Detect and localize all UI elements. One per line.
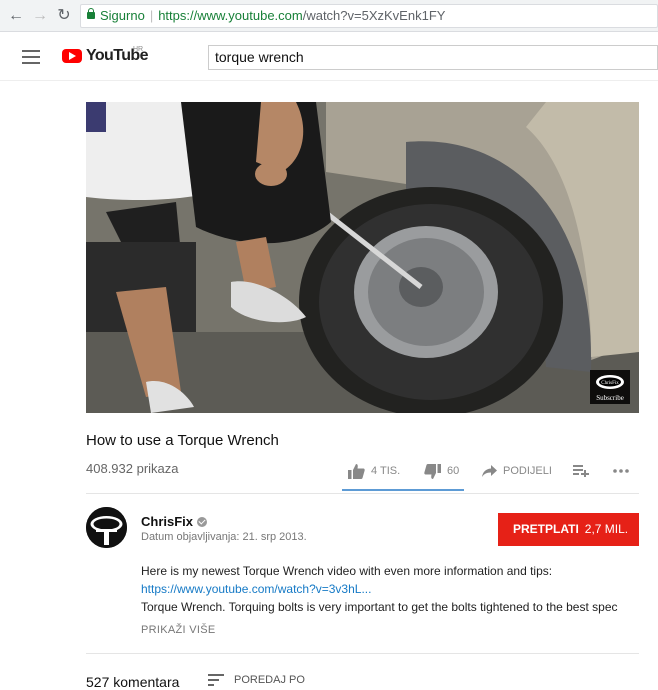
add-to-playlist-button[interactable] [573,460,595,482]
lock-icon [87,8,95,19]
back-icon[interactable]: ← [6,6,26,26]
address-bar[interactable]: Sigurno | https://www.youtube.com/watch?v=… [80,4,658,28]
youtube-logo-icon[interactable] [62,49,82,63]
url-host: https://www.youtube.com [158,8,303,23]
more-actions-button[interactable] [613,460,635,482]
more-dots-icon [613,469,629,473]
youtube-header: YouTube HR torque wrench [0,33,658,81]
sort-button[interactable]: POREDAJ PO [208,674,305,686]
share-arrow-icon [482,465,497,477]
publish-date: Datum objavljivanja: 21. srp 2013. [141,531,307,543]
menu-icon[interactable] [22,50,40,64]
description-link[interactable]: https://www.youtube.com/watch?v=3v3hL... [141,582,371,596]
watermark-logo-text: ChrisFix [601,381,619,386]
divider [86,653,639,654]
like-button[interactable]: 4 TIS. [348,460,400,482]
subscribe-button[interactable]: PRETPLATI 2,7 MIL. [498,513,639,546]
verified-check-icon [197,516,208,527]
thumbs-down-icon [424,463,441,479]
like-count: 4 TIS. [371,465,401,477]
video-actions: 4 TIS. 60 PODIJELI [340,460,640,486]
thumbs-up-icon [348,463,365,479]
share-label: PODIJELI [503,465,552,477]
playlist-add-icon [573,465,589,477]
sort-label: POREDAJ PO [234,674,305,686]
channel-avatar[interactable] [86,507,127,548]
view-count: 408.932 prikaza [86,461,179,476]
channel-name-row: ChrisFix [141,514,208,529]
logo-country-code: HR [133,46,144,53]
chrisfix-logo-icon [86,507,127,548]
share-button[interactable]: PODIJELI [482,460,552,482]
reload-icon[interactable]: ↻ [54,6,74,26]
dislike-button[interactable]: 60 [424,460,459,482]
address-separator: | [149,8,154,23]
forward-icon[interactable]: → [30,6,50,26]
dislike-count: 60 [447,465,460,477]
sort-icon [208,674,224,686]
description-line: Torque Wrench. Torquing bolts is very im… [141,600,618,614]
description-line: Here is my newest Torque Wrench video wi… [141,564,553,578]
video-frame: ChrisFix Subscribe [86,102,639,413]
url-path: /watch?v=5XzKvEnk1FY [302,8,446,23]
video-title: How to use a Torque Wrench [86,432,279,449]
video-player[interactable]: ChrisFix Subscribe [86,102,639,413]
comments-count: 527 komentara [86,674,180,690]
channel-name[interactable]: ChrisFix [141,514,193,529]
search-input[interactable]: torque wrench [208,45,658,70]
subscriber-count: 2,7 MIL. [584,522,629,536]
show-more-button[interactable]: PRIKAŽI VIŠE [141,624,216,636]
divider [86,493,639,494]
watermark-subscribe-label[interactable]: Subscribe [596,394,624,402]
subscribe-label: PRETPLATI [513,522,579,536]
secure-label: Sigurno [100,8,145,23]
sentiment-bar [342,489,464,491]
browser-toolbar: ← → ↻ Sigurno | https://www.youtube.com/wa… [0,0,658,32]
